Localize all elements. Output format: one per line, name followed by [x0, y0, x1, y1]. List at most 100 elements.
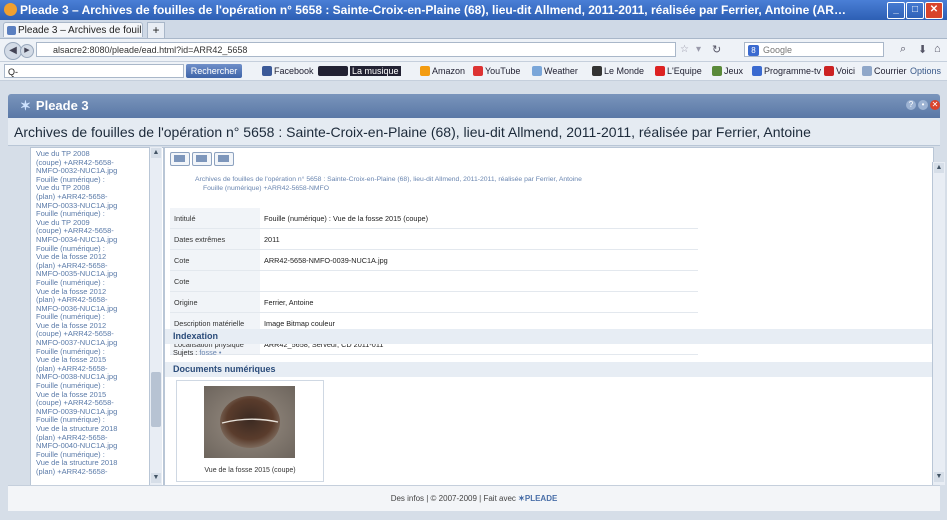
toolbar-item-music[interactable]: La musique — [318, 65, 401, 77]
youtube-icon — [473, 66, 483, 76]
detail-value: Fouille (numérique) : Vue de la fosse 20… — [260, 208, 698, 229]
content-scrollbar[interactable]: ▲ ▼ — [932, 162, 945, 485]
lequipe-icon — [655, 66, 665, 76]
amazon-icon — [420, 66, 430, 76]
export-pdf-button[interactable] — [214, 152, 234, 166]
table-row: Intitulé Fouille (numérique) : Vue de la … — [170, 208, 698, 229]
print-icon — [196, 155, 207, 162]
app-logo[interactable]: ✶ Pleade 3 — [20, 98, 89, 114]
navigation-bar: ◀ ▶ alsacre2:8080/pleade/ead.html?id=ARR… — [0, 39, 947, 62]
thumbnail-caption: Vue de la fosse 2015 (coupe) — [204, 467, 296, 474]
forward-icon[interactable]: ▶ — [20, 44, 34, 58]
tab-favicon-icon — [7, 26, 16, 35]
print-button[interactable] — [192, 152, 212, 166]
toolbar-item-amazon[interactable]: Amazon — [420, 65, 465, 77]
search-engine-box[interactable]: 8 Google — [744, 42, 884, 57]
breadcrumb-item[interactable]: Fouille (numérique) +ARR42-5658-NMFO — [187, 184, 907, 193]
sidebar-scroll-thumb[interactable] — [151, 372, 161, 427]
content-panel: Archives de fouilles de l'opération n° 5… — [164, 147, 934, 487]
tab-label: Pleade 3 – Archives de fouilles de l'... — [18, 25, 142, 36]
pleade-star-icon: ✶ — [20, 98, 31, 113]
new-tab-button[interactable]: + — [147, 22, 165, 39]
detail-label: Cote — [170, 270, 260, 292]
jeux-icon — [712, 66, 722, 76]
scroll-up-icon[interactable]: ▲ — [151, 148, 161, 158]
breadcrumb-item[interactable]: Archives de fouilles de l'opération n° 5… — [187, 175, 907, 184]
bookmark-star-icon[interactable]: ☆ — [680, 44, 689, 55]
scroll-down-icon[interactable]: ▼ — [151, 473, 161, 483]
window-title: Pleade 3 – Archives de fouilles de l'opé… — [20, 3, 850, 17]
detail-value: 2011 — [260, 228, 698, 250]
detail-value: Ferrier, Antoine — [260, 291, 698, 313]
address-bar[interactable]: alsacre2:8080/pleade/ead.html?id=ARR42_5… — [36, 42, 676, 57]
documents-heading: Documents numériques — [165, 362, 933, 377]
search-go-icon[interactable]: ⌕ — [900, 43, 906, 56]
toolbar-item-facebook[interactable]: Facebook — [262, 65, 314, 77]
pleade-logo-icon: ✶ — [518, 494, 525, 503]
collapse-icon — [174, 155, 185, 162]
toolbar-item-weather[interactable]: Weather — [532, 65, 578, 77]
search-engine-label: Google — [763, 45, 793, 55]
subject-link[interactable]: fosse • — [199, 348, 221, 357]
sidebar-scrollbar[interactable]: ▲ ▼ — [149, 147, 162, 485]
header-close-icon[interactable]: ✕ — [930, 100, 940, 110]
tree-item[interactable]: (plan) +ARR42-5658- — [31, 467, 149, 477]
google-icon: 8 — [748, 45, 759, 56]
sidebar-tree: Vue du TP 2008 (coupe) +ARR42-5658- NMFO-0… — [30, 147, 164, 487]
toolbar-options[interactable]: Options — [910, 65, 941, 77]
footer-brand[interactable]: ✶PLEADE — [518, 494, 557, 503]
home-icon[interactable]: ⌂ — [934, 43, 941, 55]
maximize-icon[interactable]: □ — [906, 2, 924, 19]
document-thumbnail-image[interactable] — [204, 386, 295, 458]
footer-text: Des infos | © 2007-2009 | Fait avec — [390, 494, 516, 503]
browser-icon — [4, 3, 17, 16]
toolbar-search-button[interactable]: Rechercher — [186, 64, 242, 78]
detail-label: Intitulé — [170, 208, 260, 229]
subjects-label: Sujets : — [173, 348, 198, 357]
close-icon[interactable]: ✕ — [925, 2, 943, 19]
toolbar-search-input[interactable]: Q- — [4, 64, 184, 78]
settings-icon[interactable]: • — [918, 100, 928, 110]
bookmarks-toolbar: Q- Rechercher Facebook La musique Amazon… — [0, 62, 947, 81]
detail-value — [260, 270, 698, 292]
toolbar-item-voici[interactable]: Voici — [824, 65, 855, 77]
weather-icon — [532, 66, 542, 76]
music-icon — [318, 66, 348, 76]
minimize-icon[interactable]: _ — [887, 2, 905, 19]
tab-strip: Pleade 3 – Archives de fouilles de l'...… — [0, 20, 947, 39]
toolbar-item-programme[interactable]: Programme-tv — [752, 65, 821, 77]
facebook-icon — [262, 66, 272, 76]
browser-tab[interactable]: Pleade 3 – Archives de fouilles de l'... — [3, 22, 143, 37]
table-row: Cote ARR42-5658-NMFO-0039-NUC1A.jpg — [170, 249, 698, 271]
help-icon[interactable]: ? — [906, 100, 916, 110]
content-scroll-up-icon[interactable]: ▲ — [934, 163, 944, 173]
page-footer: Des infos | © 2007-2009 | Fait avec ✶PLE… — [8, 485, 940, 511]
collapse-tree-button[interactable] — [170, 152, 190, 166]
toolbar-item-courrier[interactable]: Courrier — [862, 65, 907, 77]
pdf-icon — [218, 155, 229, 162]
dropdown-icon[interactable]: ▾ — [696, 44, 701, 55]
content-scroll-down-icon[interactable]: ▼ — [934, 472, 944, 482]
document-thumbnail-card[interactable]: Vue de la fosse 2015 (coupe) — [176, 380, 324, 482]
window-title-bar: Pleade 3 – Archives de fouilles de l'opé… — [0, 0, 947, 20]
toolbar-item-lequipe[interactable]: L'Equipe — [655, 65, 702, 77]
detail-value: ARR42-5658-NMFO-0039-NUC1A.jpg — [260, 249, 698, 271]
tv-icon — [752, 66, 762, 76]
lemonde-icon — [592, 66, 602, 76]
table-row: Origine Ferrier, Antoine — [170, 291, 698, 313]
toolbar-item-youtube[interactable]: YouTube — [473, 65, 520, 77]
voici-icon — [824, 66, 834, 76]
subjects-row: Sujets : fosse • — [173, 348, 221, 357]
tree-list: Vue du TP 2008 (coupe) +ARR42-5658- NMFO-0… — [31, 149, 149, 477]
reload-icon[interactable]: ↻ — [712, 43, 721, 56]
download-icon[interactable]: ⬇ — [918, 43, 927, 56]
toolbar-item-jeux[interactable]: Jeux — [712, 65, 743, 77]
mail-icon — [862, 66, 872, 76]
toolbar-item-lemonde[interactable]: Le Monde — [592, 65, 644, 77]
detail-label: Origine — [170, 291, 260, 313]
app-header: ✶ Pleade 3 ? • ✕ — [8, 94, 940, 118]
indexation-heading: Indexation — [165, 329, 933, 344]
breadcrumb: Archives de fouilles de l'opération n° 5… — [187, 175, 907, 193]
page-title: Archives de fouilles de l'opération n° 5… — [8, 118, 940, 146]
detail-label: Cote — [170, 249, 260, 271]
